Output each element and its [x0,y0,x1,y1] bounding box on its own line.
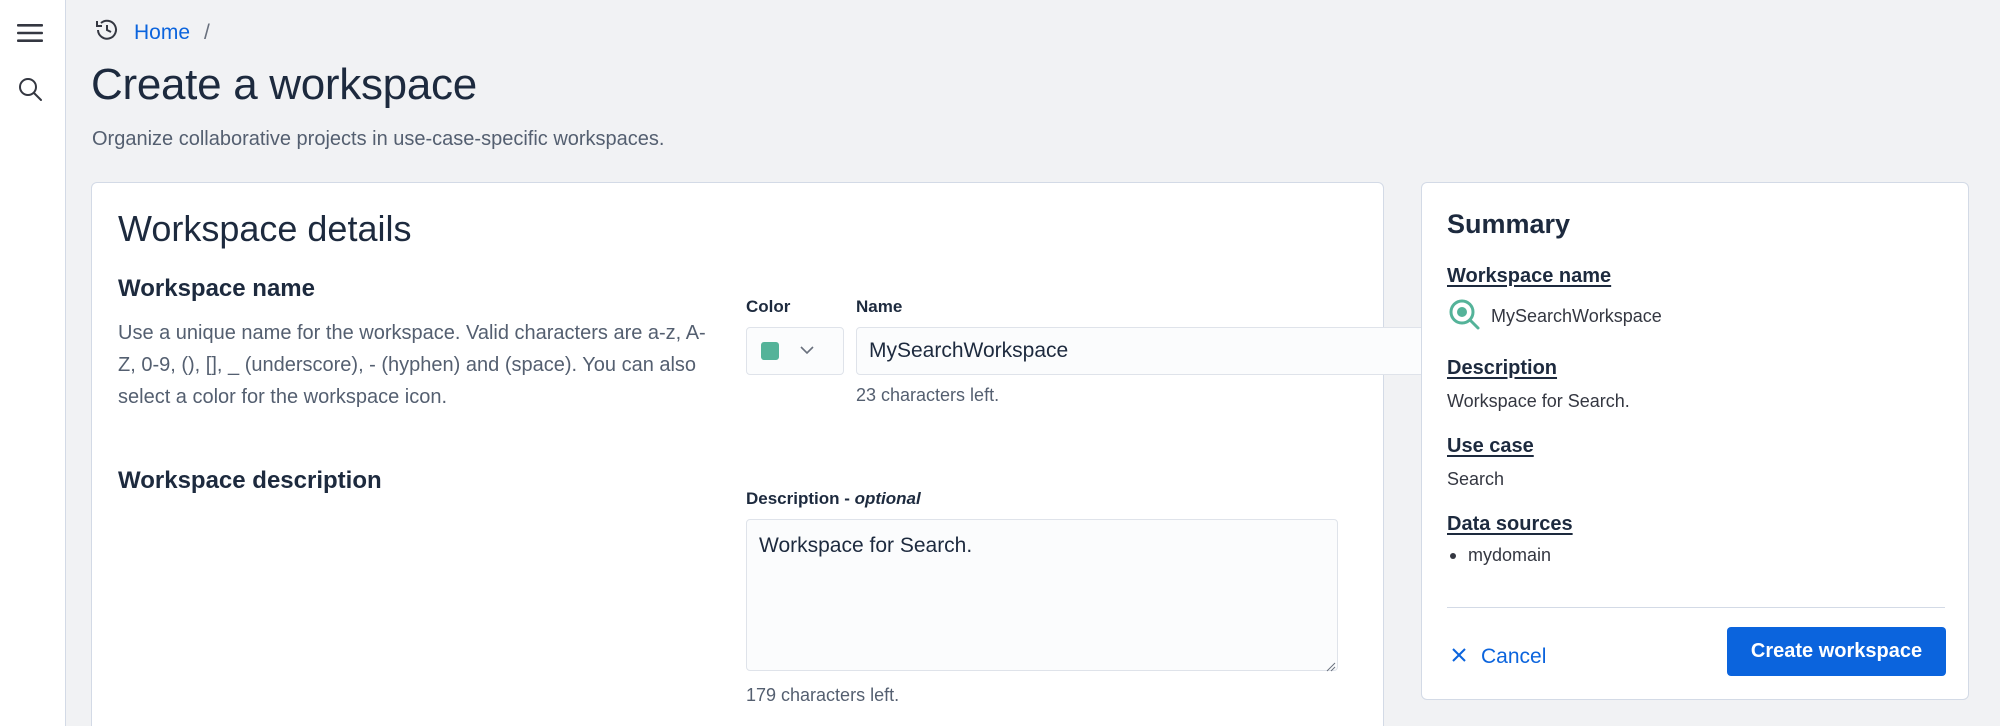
clock-history-icon[interactable] [94,17,120,49]
summary-data-sources-heading: Data sources [1447,513,1573,535]
summary-use-case-heading: Use case [1447,435,1534,457]
workspace-name-description: Use a unique name for the workspace. Val… [118,322,706,408]
name-helper-text: 23 characters left. [856,385,1000,405]
summary-workspace-name-value: MySearchWorkspace [1491,306,1662,326]
breadcrumb-separator: / [204,21,210,44]
search-workspace-icon [1447,297,1481,336]
description-label-text: Description - [746,489,855,508]
workspace-name-heading: Workspace name [118,275,315,302]
summary-description-heading: Description [1447,357,1558,379]
summary-use-case-value: Search [1447,469,1505,489]
name-label: Name [856,297,903,316]
workspace-description-heading: Workspace description [118,467,382,494]
create-workspace-button[interactable]: Create workspace [1727,627,1946,676]
breadcrumb: Home / [94,18,210,48]
chevron-down-icon [799,342,815,360]
hamburger-menu-icon[interactable] [13,16,47,50]
summary-workspace-name-row: MySearchWorkspace [1447,297,1662,336]
summary-description-value: Workspace for Search. [1447,391,1630,411]
workspace-name-input[interactable] [856,327,1448,375]
cancel-button[interactable]: Cancel [1447,633,1546,681]
color-picker[interactable] [746,327,844,375]
summary-title: Summary [1447,209,1571,239]
summary-workspace-name-heading: Workspace name [1447,265,1612,287]
data-source-item: mydomain [1468,545,1552,565]
description-label: Description - optional [746,489,921,509]
side-rail [0,0,66,726]
color-label: Color [746,297,791,316]
search-icon[interactable] [13,72,47,106]
workspace-description-textarea[interactable]: Workspace for Search. [746,519,1338,671]
bullet-icon [1450,552,1456,559]
workspace-details-title: Workspace details [118,208,412,249]
description-optional-text: optional [854,489,921,508]
breadcrumb-home-link[interactable]: Home [134,21,190,45]
cancel-button-label: Cancel [1481,645,1547,668]
close-icon [1451,645,1467,669]
summary-panel: Summary Workspace name MySearchWorkspace… [1421,182,1969,700]
description-helper-text: 179 characters left. [746,685,900,705]
page-subtitle: Organize collaborative projects in use-c… [92,128,665,150]
workspace-details-panel: Workspace details Workspace name Use a u… [91,182,1448,726]
color-swatch [761,342,779,360]
page-title: Create a workspace [91,60,477,109]
list-item: mydomain [1450,545,1551,566]
resize-handle-icon[interactable] [1326,659,1336,672]
summary-divider [1447,607,1945,608]
